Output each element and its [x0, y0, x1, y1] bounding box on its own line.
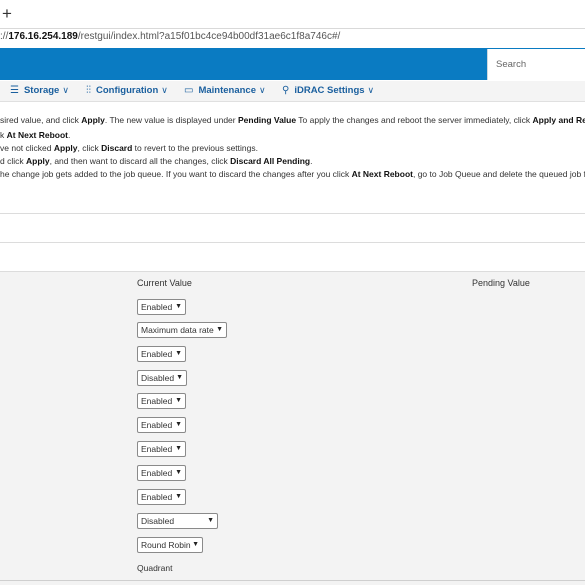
browser-tab-strip: + [0, 0, 585, 29]
setting-select[interactable]: Enabled ▼ [137, 393, 186, 409]
chevron-down-icon: ▼ [175, 445, 182, 452]
setting-select[interactable]: Round Robin ▼ [137, 537, 203, 553]
help-text: sired value, and click Apply. The new va… [0, 101, 585, 211]
sliders-icon: ⫶⫶ [86, 85, 91, 96]
url-text[interactable]: ://176.16.254.189/restgui/index.html?a15… [0, 31, 340, 42]
help-line-2: k At Next Reboot. [0, 130, 71, 140]
settings-table [0, 292, 585, 585]
new-tab-button[interactable]: + [2, 4, 12, 24]
chevron-down-icon: ▼ [207, 517, 214, 524]
nav-item-label: iDRAC Settings [294, 85, 365, 96]
chevron-down-icon: ▼ [175, 421, 182, 428]
setting-select[interactable]: Disabled ▼ [137, 370, 187, 386]
table-header: Current Value Pending Value [0, 271, 585, 293]
chevron-down-icon: ▼ [216, 326, 223, 333]
chevron-down-icon: ▼ [175, 303, 182, 310]
chevron-down-icon: ▼ [192, 541, 199, 548]
setting-select[interactable]: Enabled ▼ [137, 441, 186, 457]
divider [0, 213, 585, 214]
address-bar[interactable]: ://176.16.254.189/restgui/index.html?a15… [0, 29, 585, 49]
chevron-down-icon: ▼ [175, 350, 182, 357]
main-nav: ☰ Storage ∨ ⫶⫶ Configuration ∨ ▭ Mainten… [0, 81, 585, 102]
chevron-down-icon: ∨ [62, 85, 69, 95]
setting-select[interactable]: Enabled ▼ [137, 465, 186, 481]
help-line-1: sired value, and click Apply. The new va… [0, 115, 585, 125]
chevron-down-icon: ∨ [367, 85, 375, 95]
chevron-down-icon: ▼ [175, 493, 182, 500]
nav-item-storage[interactable]: ☰ Storage ∨ [10, 85, 69, 96]
chevron-down-icon: ▼ [176, 374, 183, 381]
nav-item-maintenance[interactable]: ▭ Maintenance ∨ [184, 85, 266, 96]
setting-select[interactable]: Maximum data rate ▼ [137, 322, 227, 338]
search-input[interactable] [496, 59, 585, 70]
chevron-down-icon: ∨ [161, 85, 168, 95]
nav-item-idrac-settings[interactable]: ⚲ iDRAC Settings ∨ [282, 85, 374, 96]
url-path: /restgui/index.html?a15f01bc4ce94b00df31… [77, 31, 341, 42]
nav-item-label: Storage [23, 85, 60, 96]
divider [0, 580, 585, 581]
help-line-5: he change job gets added to the job queu… [0, 169, 585, 179]
storage-icon: ☰ [10, 85, 19, 96]
key-icon: ⚲ [282, 85, 290, 96]
column-header-pending-value: Pending Value [472, 278, 530, 288]
setting-select[interactable]: Enabled ▼ [137, 299, 186, 315]
column-header-current-value: Current Value [137, 278, 192, 288]
chevron-down-icon: ▼ [175, 469, 182, 476]
chevron-down-icon: ∨ [259, 85, 266, 95]
help-line-3: ve not clicked Apply, click Discard to r… [0, 143, 258, 153]
nav-item-label: Maintenance [198, 85, 256, 96]
setting-select[interactable]: Enabled ▼ [137, 417, 186, 433]
nav-item-label: Configuration [96, 85, 159, 96]
setting-select[interactable]: Enabled ▼ [137, 346, 186, 362]
search-box[interactable] [487, 49, 585, 80]
url-host: 176.16.254.189 [8, 31, 78, 42]
help-line-4: d click Apply, and then want to discard … [0, 156, 313, 166]
divider [0, 242, 585, 243]
chevron-down-icon: ▼ [175, 397, 182, 404]
setting-value-static: Quadrant [137, 563, 173, 573]
maintenance-icon: ▭ [184, 85, 194, 96]
setting-select[interactable]: Enabled ▼ [137, 489, 186, 505]
setting-select[interactable]: Disabled ▼ [137, 513, 218, 529]
nav-item-configuration[interactable]: ⫶⫶ Configuration ∨ [86, 85, 168, 96]
